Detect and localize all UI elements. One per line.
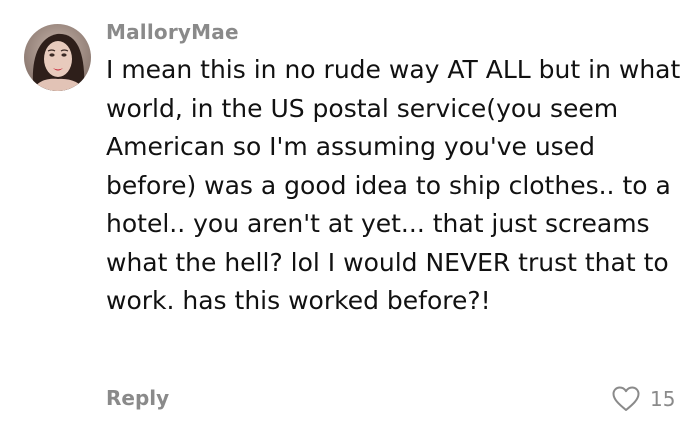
comment-author[interactable]: MalloryMae xyxy=(106,20,239,44)
comment-text: I mean this in no rude way AT ALL but in… xyxy=(106,55,681,315)
like-button[interactable]: 15 xyxy=(611,383,675,415)
avatar-photo xyxy=(24,24,91,91)
heart-outline-icon xyxy=(612,386,640,411)
reply-button[interactable]: Reply xyxy=(106,386,169,410)
like-count: 15 xyxy=(650,387,676,411)
comment-card: MalloryMae I mean this in no rude way AT… xyxy=(0,0,700,430)
avatar[interactable] xyxy=(24,24,91,91)
